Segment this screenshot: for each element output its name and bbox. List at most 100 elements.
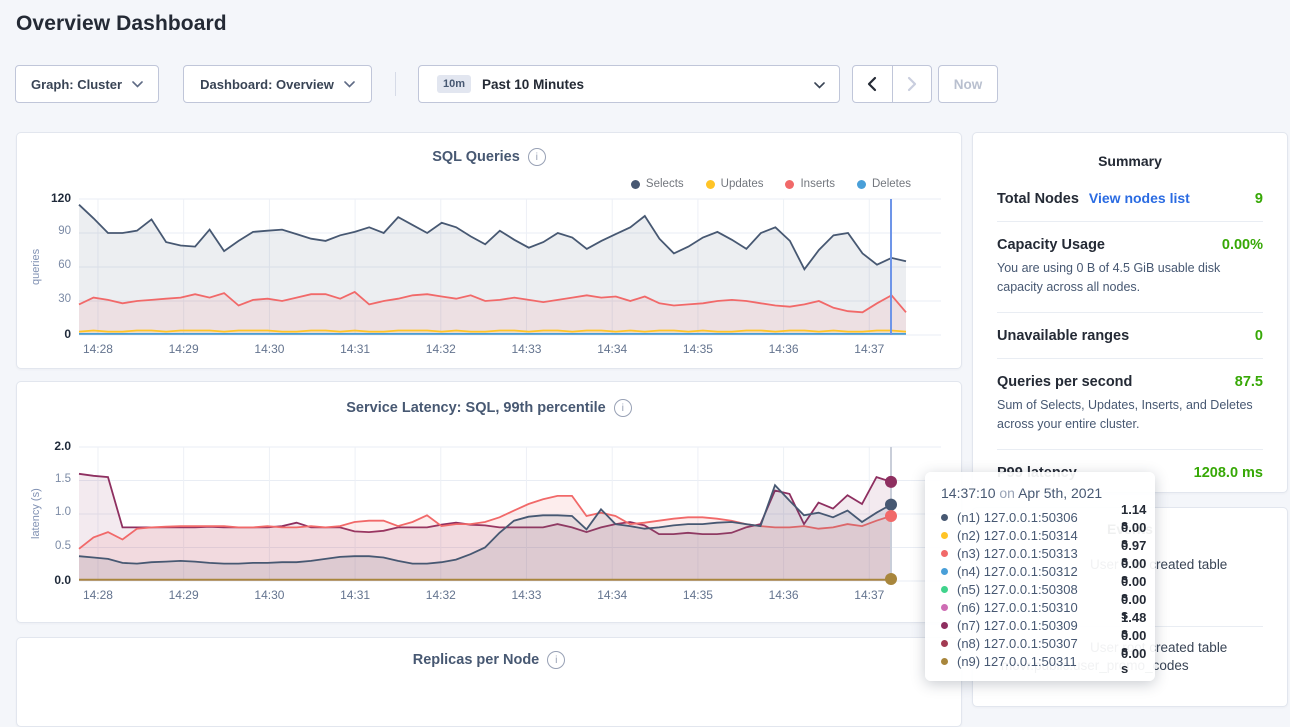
legend-dot (857, 180, 866, 189)
node-address: (n3) 127.0.0.1:50313 (957, 546, 1121, 561)
info-icon[interactable]: i (614, 399, 632, 417)
tooltip-on: on (999, 485, 1015, 501)
chart-title: Replicas per Node (413, 652, 540, 668)
info-icon[interactable]: i (528, 148, 546, 166)
x-axis-tick: 14:29 (158, 588, 210, 602)
chevron-down-icon (344, 81, 355, 88)
tooltip-date: Apr 5th, 2021 (1018, 485, 1102, 501)
legend-item-inserts[interactable]: Inserts (785, 178, 835, 190)
chevron-down-icon (814, 82, 825, 89)
time-prev-button[interactable] (853, 66, 893, 102)
legend-label: Selects (646, 178, 684, 190)
legend-label: Inserts (800, 178, 835, 190)
node-address: (n9) 127.0.0.1:50311 (957, 654, 1121, 669)
node-latency-value: 0.00 s (1121, 646, 1146, 676)
summary-row: Unavailable ranges 0 (997, 313, 1263, 359)
chart-hover-tooltip: 14:37:10 on Apr 5th, 2021 (n1) 127.0.0.1… (925, 472, 1155, 681)
x-axis-tick: 14:28 (72, 588, 124, 602)
page-title: Overview Dashboard (16, 12, 227, 36)
legend-label: Deletes (872, 178, 911, 190)
legend-item-selects[interactable]: Selects (631, 178, 684, 190)
view-nodes-list-link[interactable]: View nodes list (1089, 190, 1190, 206)
node-address: (n7) 127.0.0.1:50309 (957, 618, 1121, 633)
service-latency-panel: Service Latency: SQL, 99th percentile i … (16, 381, 962, 623)
replicas-per-node-panel: Replicas per Node i (16, 637, 962, 727)
summary-value: 1208.0 ms (1194, 465, 1263, 481)
chevron-left-icon (867, 76, 877, 92)
summary-label: Unavailable ranges (997, 328, 1129, 344)
summary-heading: Summary (973, 133, 1287, 169)
node-color-dot (941, 622, 948, 629)
chart-title-row: SQL Queries i (17, 148, 961, 166)
time-range-picker[interactable]: 10m Past 10 Minutes (418, 65, 840, 103)
tooltip-node-row: (n7) 127.0.0.1:503091.48 s (941, 616, 1139, 634)
legend-dot (706, 180, 715, 189)
x-axis-tick: 14:32 (415, 588, 467, 602)
tooltip-node-row: (n4) 127.0.0.1:503120.00 s (941, 562, 1139, 580)
x-axis-tick: 14:36 (758, 342, 810, 356)
tooltip-node-row: (n3) 127.0.0.1:503130.97 s (941, 544, 1139, 562)
summary-label: Queries per second (997, 374, 1132, 390)
summary-value: 87.5 (1235, 374, 1263, 390)
tooltip-node-row: (n1) 127.0.0.1:503061.14 s (941, 508, 1139, 526)
node-color-dot (941, 586, 948, 593)
node-color-dot (941, 550, 948, 557)
x-axis-tick: 14:34 (586, 588, 638, 602)
time-range-label: Past 10 Minutes (482, 77, 584, 92)
tooltip-time: 14:37:10 (941, 485, 996, 501)
tooltip-node-row: (n2) 127.0.0.1:503140.00 s (941, 526, 1139, 544)
node-color-dot (941, 514, 948, 521)
chart-legend: Selects Updates Inserts Deletes (631, 178, 911, 190)
legend-item-deletes[interactable]: Deletes (857, 178, 911, 190)
x-axis-tick: 14:35 (672, 588, 724, 602)
graph-dropdown-label: Graph: Cluster (31, 77, 122, 92)
chart-title: SQL Queries (432, 149, 520, 165)
now-button[interactable]: Now (938, 65, 998, 103)
legend-dot (785, 180, 794, 189)
node-address: (n4) 127.0.0.1:50312 (957, 564, 1121, 579)
chart-title-row: Replicas per Node i (17, 651, 961, 669)
chart-title-row: Service Latency: SQL, 99th percentile i (17, 399, 961, 417)
time-next-button[interactable] (893, 66, 932, 102)
node-color-dot (941, 604, 948, 611)
x-axis-tick: 14:37 (843, 342, 895, 356)
summary-value: 0 (1255, 328, 1263, 344)
node-address: (n5) 127.0.0.1:50308 (957, 582, 1121, 597)
node-address: (n8) 127.0.0.1:50307 (957, 636, 1121, 651)
summary-label: Total Nodes (997, 191, 1079, 207)
summary-panel: Summary Total Nodes View nodes list 9 Capac… (972, 132, 1288, 493)
summary-value: 0.00% (1222, 237, 1263, 253)
summary-value: 9 (1255, 191, 1263, 207)
service-latency-plot[interactable]: 0.00.51.01.52.014:2814:2914:3014:3114:32… (79, 447, 941, 581)
tooltip-node-row: (n9) 127.0.0.1:503110.00 s (941, 652, 1139, 670)
node-color-dot (941, 568, 948, 575)
x-axis-tick: 14:31 (329, 342, 381, 356)
legend-label: Updates (721, 178, 764, 190)
summary-label: Capacity Usage (997, 237, 1105, 253)
chevron-down-icon (132, 81, 143, 88)
dashboard-dropdown-label: Dashboard: Overview (200, 77, 334, 92)
toolbar-divider (395, 72, 396, 96)
dashboard-dropdown[interactable]: Dashboard: Overview (183, 65, 372, 103)
legend-item-updates[interactable]: Updates (706, 178, 764, 190)
info-icon[interactable]: i (547, 651, 565, 669)
tooltip-node-row: (n6) 127.0.0.1:503100.00 s (941, 598, 1139, 616)
x-axis-tick: 14:28 (72, 342, 124, 356)
node-color-dot (941, 532, 948, 539)
x-axis-tick: 14:29 (158, 342, 210, 356)
graph-dropdown[interactable]: Graph: Cluster (15, 65, 159, 103)
x-axis-tick: 14:32 (415, 342, 467, 356)
chart-title: Service Latency: SQL, 99th percentile (346, 400, 606, 416)
legend-dot (631, 180, 640, 189)
tooltip-timestamp: 14:37:10 on Apr 5th, 2021 (941, 485, 1139, 501)
x-axis-tick: 14:36 (758, 588, 810, 602)
node-address: (n1) 127.0.0.1:50306 (957, 510, 1121, 525)
summary-row: Capacity Usage0.00%You are using 0 B of … (997, 222, 1263, 313)
node-color-dot (941, 658, 948, 665)
x-axis-tick: 14:33 (500, 342, 552, 356)
x-axis-tick: 14:30 (243, 588, 295, 602)
y-axis-name: queries (29, 199, 43, 335)
node-address: (n2) 127.0.0.1:50314 (957, 528, 1121, 543)
x-axis-tick: 14:31 (329, 588, 381, 602)
sql-queries-plot[interactable]: 030609012014:2814:2914:3014:3114:3214:33… (79, 199, 941, 335)
